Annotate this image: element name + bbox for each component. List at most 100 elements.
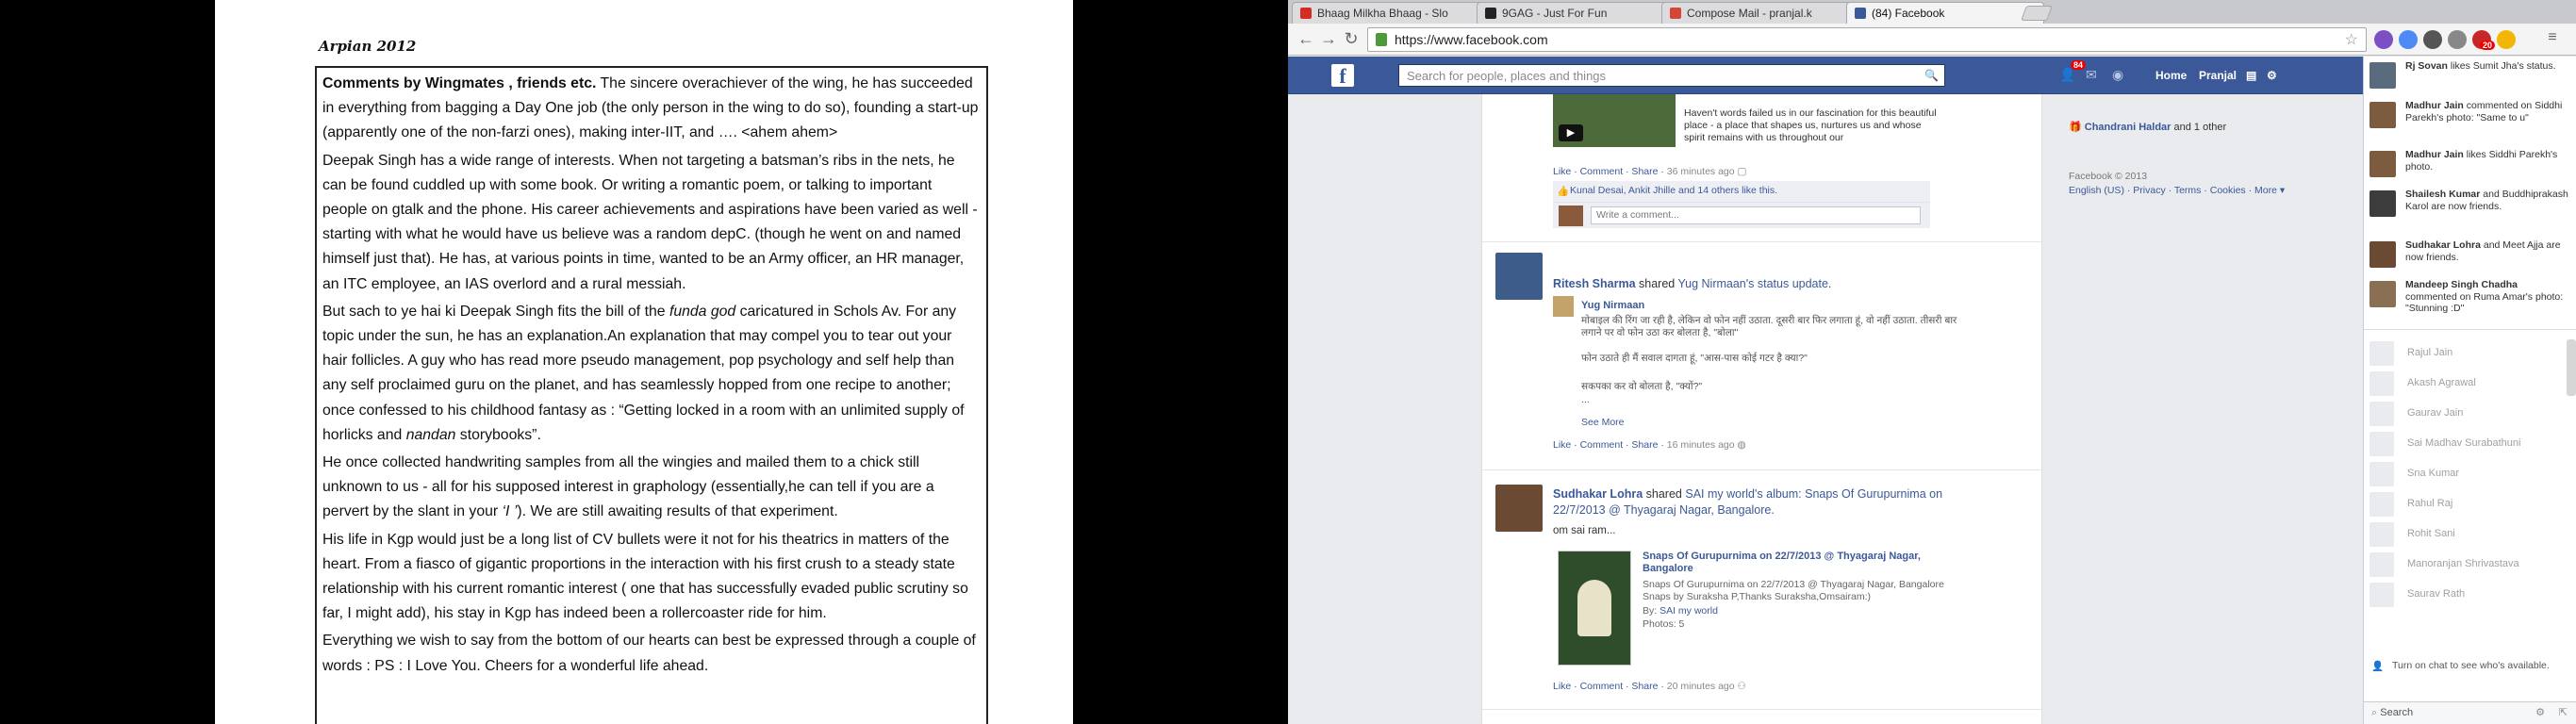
- extension-icon[interactable]: [2399, 30, 2418, 49]
- share-icon: ▢: [1737, 166, 1747, 177]
- screen: Arpian 2012 Comments by Wingmates , frie…: [0, 0, 2576, 724]
- comment-input[interactable]: Write a comment...: [1591, 206, 1921, 224]
- by-link[interactable]: SAI my world: [1660, 605, 1718, 617]
- post-time[interactable]: 16 minutes ago: [1667, 439, 1735, 451]
- chat-buddy[interactable]: Saurav Rath: [2370, 583, 2568, 607]
- video-thumbnail[interactable]: ▶: [1553, 94, 1676, 147]
- chat-search[interactable]: ⌕ Search ⚙ ⇱: [2364, 701, 2576, 724]
- chat-buddy[interactable]: Sna Kumar: [2370, 462, 2568, 486]
- avatar: [1559, 206, 1583, 226]
- ticker-item[interactable]: Madhur Jain commented on Siddhi Parekh's…: [2370, 100, 2568, 138]
- author-link[interactable]: Ritesh Sharma: [1553, 277, 1636, 290]
- search-input[interactable]: Search for people, places and things 🔍: [1398, 64, 1945, 87]
- attachment-title[interactable]: Snaps Of Gurupurnima on 22/7/2013 @ Thya…: [1643, 551, 1944, 575]
- italic-text: ‘I ’: [502, 503, 518, 520]
- birthday-reminder: 🎁 Chandrani Haldar and 1 other: [2069, 121, 2226, 133]
- birthday-link[interactable]: Chandrani Haldar: [2085, 122, 2171, 133]
- chat-buddy[interactable]: Akash Agrawal: [2370, 371, 2568, 396]
- buddy-name: Rohit Sani: [2407, 528, 2455, 539]
- nav-home[interactable]: Home: [2155, 69, 2187, 82]
- action-links[interactable]: Like · Comment · Share ·: [1553, 166, 1664, 177]
- shared-source-link[interactable]: SAI my world: [1685, 487, 1755, 501]
- action-links[interactable]: Like · Comment · Share ·: [1553, 681, 1664, 692]
- ticker-item[interactable]: Shailesh Kumar and Buddhiprakash Karol a…: [2370, 189, 2568, 226]
- ticker-name: Sudhakar Lohra: [2405, 239, 2481, 251]
- play-icon[interactable]: ▶: [1559, 124, 1583, 141]
- new-tab-button[interactable]: [2021, 6, 2053, 21]
- tab-facebook[interactable]: (84) Facebook ×: [1846, 2, 2044, 24]
- sub-author-link[interactable]: Yug Nirmaan: [1581, 300, 1644, 311]
- action-links[interactable]: Like · Comment · Share ·: [1553, 439, 1664, 451]
- youtube-icon: [1300, 8, 1312, 19]
- extension-icon[interactable]: [2423, 30, 2442, 49]
- post-actions[interactable]: Like · Comment · Share · 20 minutes ago …: [1553, 681, 1746, 692]
- back-icon[interactable]: ←: [1296, 29, 1316, 49]
- ticker-item[interactable]: Sudhakar Lohra and Meet Ajja are now fri…: [2370, 239, 2568, 277]
- buddy-name: Sna Kumar: [2407, 468, 2460, 479]
- ticker-name: Rj Sovan: [2405, 60, 2448, 72]
- chat-buddy[interactable]: Manoranjan Shrivastava: [2370, 552, 2568, 577]
- album-photo[interactable]: [1558, 551, 1631, 666]
- footer-links[interactable]: English (US) · Privacy · Terms · Cookies…: [2069, 184, 2295, 198]
- ticker-name: Madhur Jain: [2405, 100, 2464, 111]
- post-actions[interactable]: Like · Comment · Share · 36 minutes ago …: [1553, 166, 1746, 177]
- avatar: [2370, 552, 2394, 577]
- search-icon[interactable]: 🔍: [1924, 69, 1939, 82]
- buddy-name: Sai Madhav Surabathuni: [2407, 437, 2521, 449]
- paragraph-2: Deepak Singh has a wide range of interes…: [322, 152, 978, 292]
- reload-icon[interactable]: ↻: [1341, 29, 1362, 49]
- friends-icon: ⚇: [1737, 681, 1746, 692]
- bookmark-star-icon[interactable]: ☆: [2345, 30, 2358, 49]
- tab-gmail[interactable]: Compose Mail - pranjal.k ×: [1661, 2, 1859, 24]
- globe-icon: ◍: [1737, 439, 1746, 451]
- likes-bar[interactable]: 👍 Kunal Desai, Ankit Jhille and 14 other…: [1553, 181, 1930, 202]
- address-bar[interactable]: https://www.facebook.com ☆: [1367, 27, 2367, 52]
- gear-icon[interactable]: ⚙: [2535, 706, 2545, 718]
- ticker-name: Madhur Jain: [2405, 149, 2464, 160]
- settings-gear-icon[interactable]: ⚙: [2267, 69, 2277, 82]
- privacy-shortcuts-icon[interactable]: ▤: [2246, 69, 2256, 82]
- ticker-item[interactable]: Rj Sovan likes Sumit Jha's status.: [2370, 60, 2568, 98]
- extension-icon[interactable]: [2374, 30, 2393, 49]
- avatar[interactable]: [1495, 485, 1543, 532]
- ellipsis: ...: [1581, 394, 1590, 405]
- chat-buddy[interactable]: Rajul Jain: [2370, 341, 2568, 366]
- attachment-photos: Photos: 5: [1643, 618, 1685, 630]
- menu-icon[interactable]: ≡: [2542, 29, 2563, 46]
- lock-icon: [1376, 33, 1387, 46]
- turn-on-chat-text[interactable]: Turn on chat to see who's available.: [2392, 660, 2550, 671]
- chat-buddy[interactable]: Gaurav Jain: [2370, 402, 2568, 426]
- chat-buddy[interactable]: Rahul Raj: [2370, 492, 2568, 517]
- nav-profile[interactable]: Pranjal: [2199, 69, 2237, 82]
- shared-source-link[interactable]: Yug Nirmaan's status update.: [1678, 277, 1832, 290]
- messages-icon[interactable]: ✉: [2086, 67, 2103, 82]
- avatar[interactable]: [1553, 296, 1574, 317]
- avatar[interactable]: [1495, 253, 1543, 300]
- chat-buddy[interactable]: Rohit Sani: [2370, 522, 2568, 547]
- search-icon: ⌕: [2371, 707, 2378, 718]
- 9gag-icon: [1485, 8, 1496, 19]
- ticker-item[interactable]: Madhur Jain likes Siddhi Parekh's photo.: [2370, 149, 2568, 187]
- paragraph-3: But sach to ye hai ki Deepak Singh fits …: [322, 300, 981, 448]
- facebook-icon: [1855, 8, 1866, 19]
- forward-icon[interactable]: →: [1318, 29, 1339, 49]
- post-time[interactable]: 36 minutes ago: [1667, 166, 1735, 177]
- post-description: Haven't words failed us in our fascinati…: [1684, 107, 1937, 143]
- notifications-icon[interactable]: ◉: [2112, 67, 2129, 82]
- chat-buddy[interactable]: Sai Madhav Surabathuni: [2370, 432, 2568, 456]
- scrollbar[interactable]: [2567, 339, 2576, 396]
- tab-9gag[interactable]: 9GAG - Just For Fun ×: [1477, 2, 1675, 24]
- post-actions[interactable]: Like · Comment · Share · 16 minutes ago …: [1553, 439, 1746, 451]
- ticker-item[interactable]: Mandeep Singh Chadha commented on Ruma A…: [2370, 279, 2568, 317]
- pop-out-icon[interactable]: ⇱: [2559, 706, 2568, 718]
- extension-icon[interactable]: [2448, 30, 2467, 49]
- facebook-logo-icon[interactable]: f: [1331, 64, 1354, 88]
- likes-text[interactable]: Kunal Desai, Ankit Jhille and 14 others …: [1570, 185, 1777, 196]
- author-link[interactable]: Sudhakar Lohra: [1553, 487, 1643, 501]
- post-time[interactable]: 20 minutes ago: [1667, 681, 1735, 692]
- see-more-link[interactable]: See More: [1581, 417, 1625, 428]
- turn-on-chat[interactable]: 👤 Turn on chat to see who's available.: [2364, 660, 2576, 672]
- avatar: [2370, 241, 2396, 268]
- extension-icon[interactable]: [2497, 30, 2516, 49]
- tab-youtube[interactable]: Bhaag Milkha Bhaag - Slo ×: [1292, 2, 1490, 24]
